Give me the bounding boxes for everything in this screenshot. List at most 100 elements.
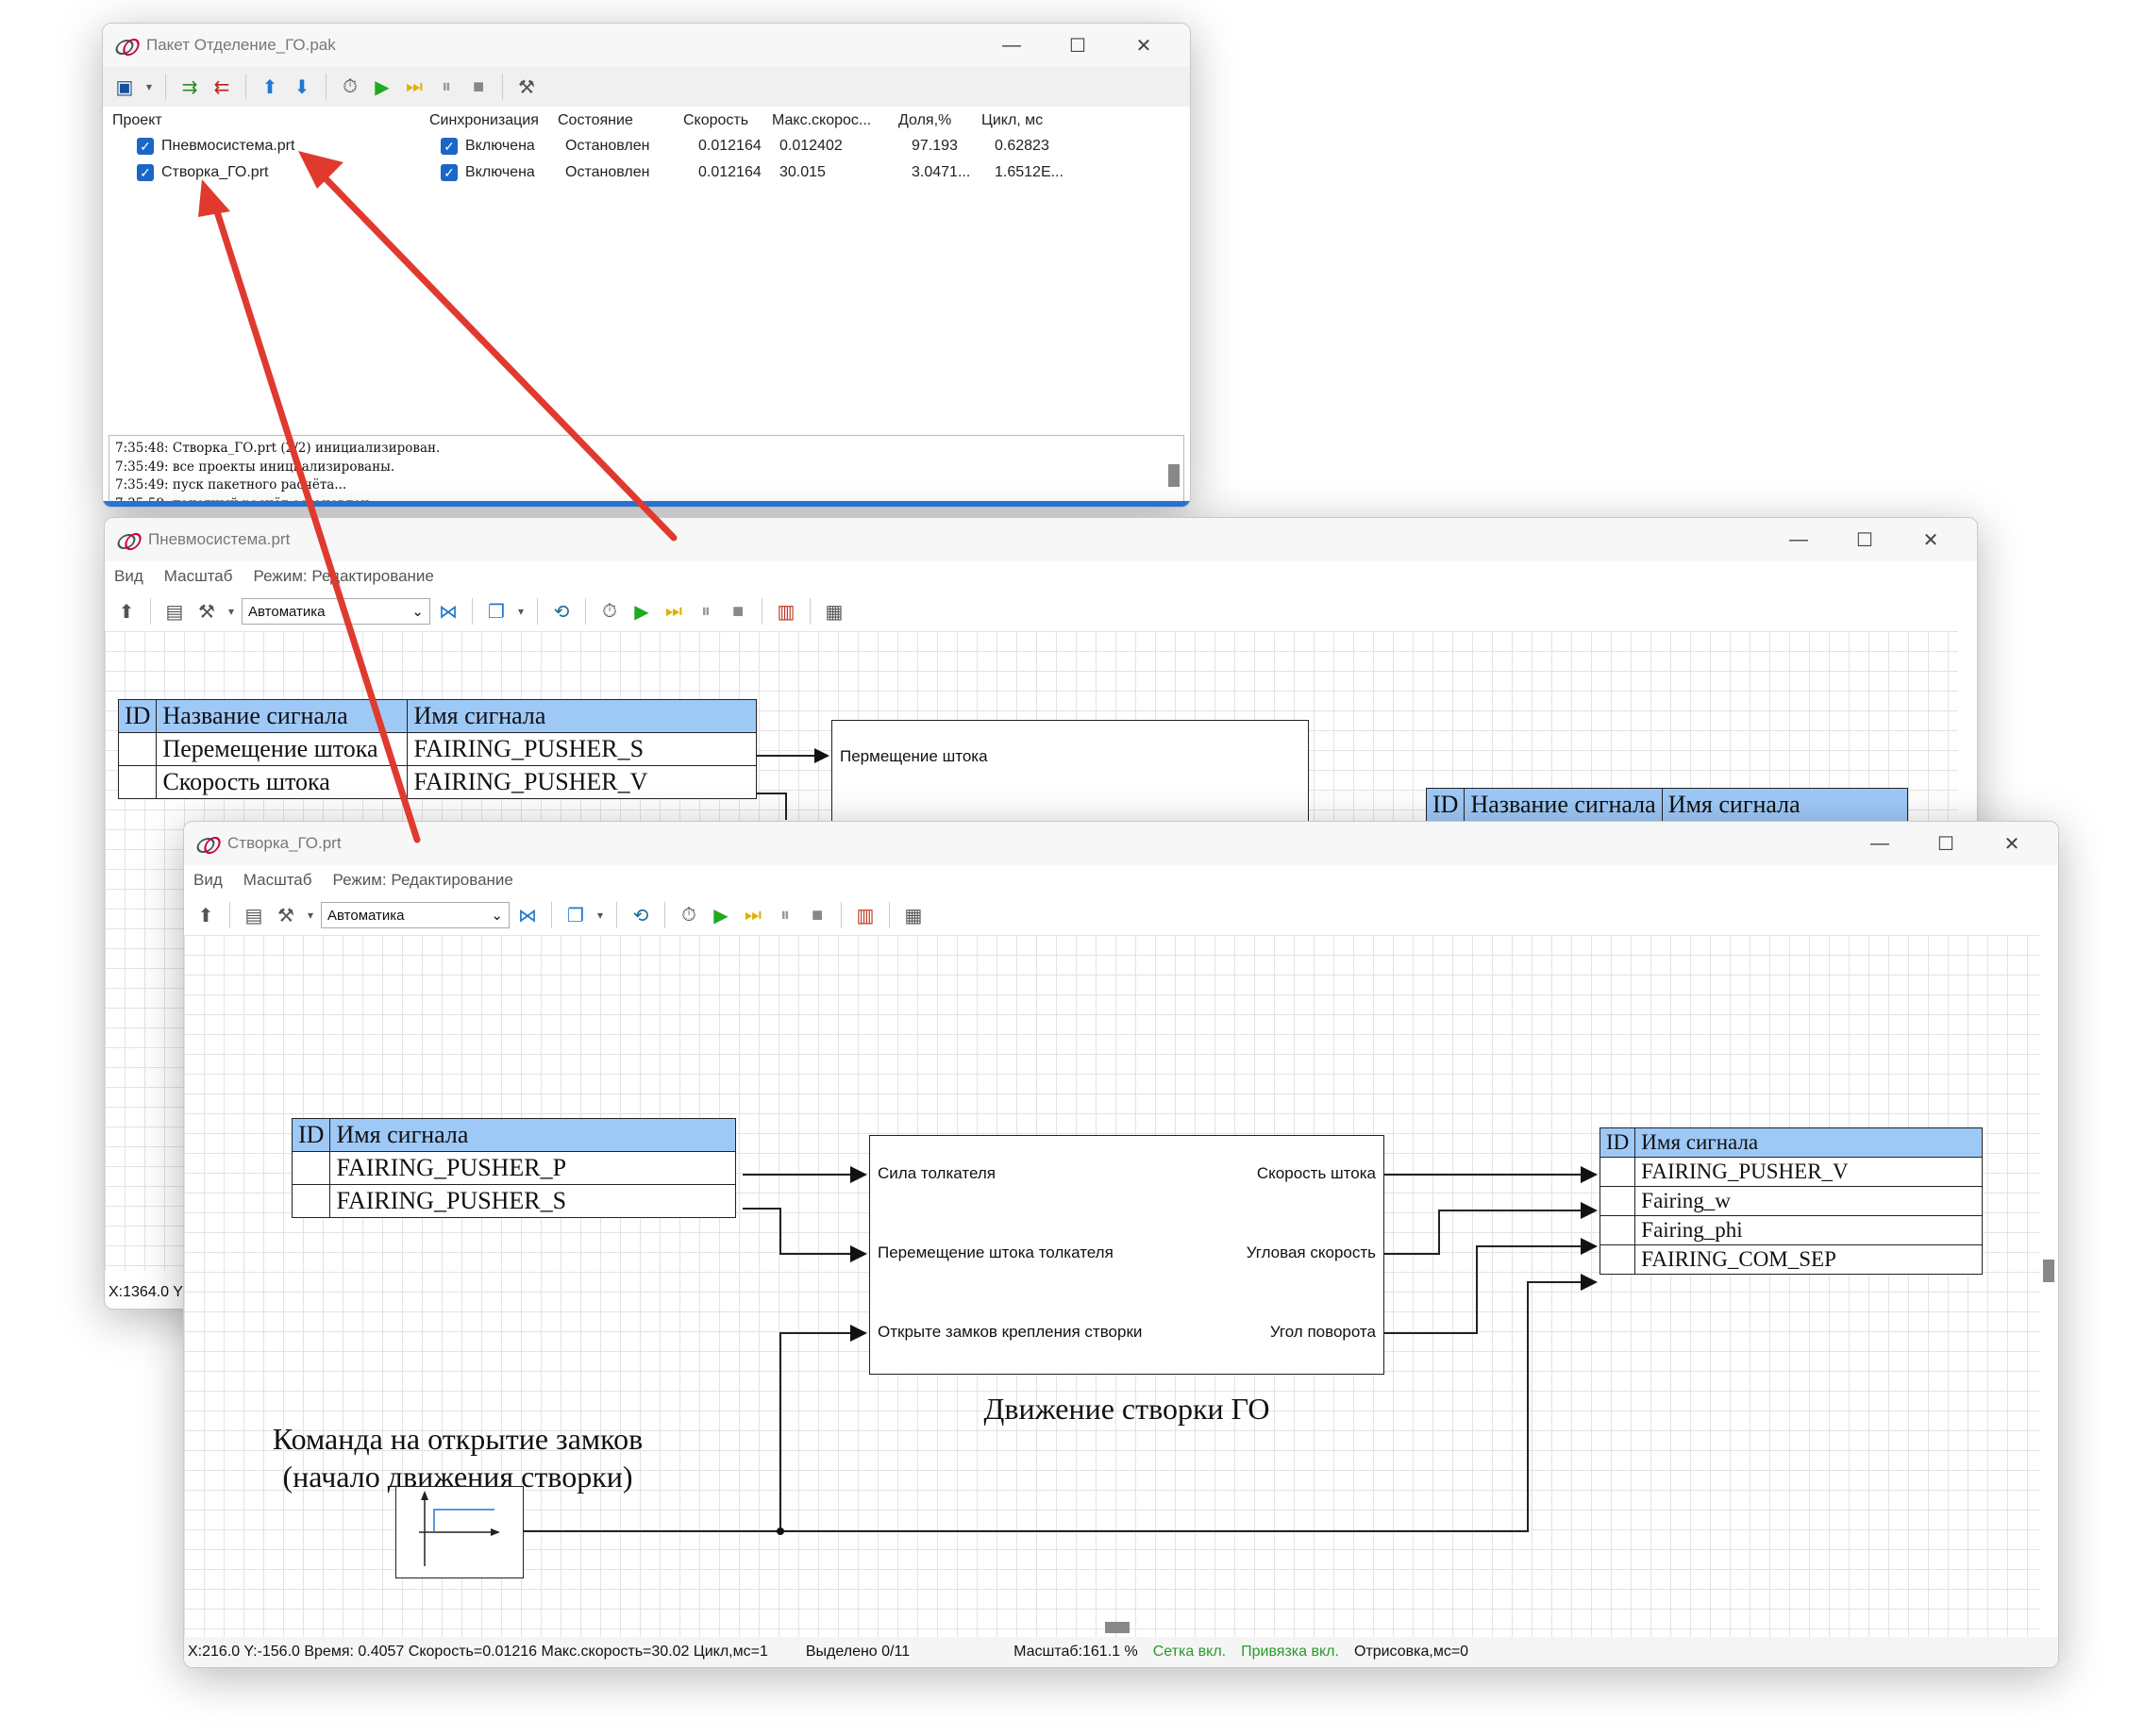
col-share[interactable]: Доля,% — [898, 112, 981, 129]
app-logo-icon — [116, 38, 137, 53]
col-state[interactable]: Состояние — [558, 112, 683, 129]
tools-icon[interactable]: ⚒ — [512, 73, 541, 101]
menu-scale[interactable]: Масштаб — [243, 871, 312, 890]
connect-icon[interactable]: ⋈ — [513, 901, 542, 929]
table-row[interactable]: FAIRING_PUSHER_P — [291, 1151, 737, 1185]
connect-icon[interactable]: ⋈ — [434, 597, 462, 626]
horizontal-scrollbar-thumb[interactable] — [1105, 1622, 1130, 1633]
log-line: 7:35:48: Створка_ГО.prt (2/2) инициализи… — [115, 441, 441, 456]
status-grid[interactable]: Сетка вкл. — [1153, 1644, 1226, 1661]
library-select[interactable]: Автоматика ⌄ — [321, 902, 510, 928]
checkbox-icon[interactable]: ✓ — [137, 137, 154, 155]
sync-value: Включена — [465, 164, 535, 181]
stop-icon[interactable]: ■ — [724, 597, 752, 626]
step-icon[interactable]: ⏭ — [660, 597, 688, 626]
step-signal-block[interactable] — [395, 1486, 524, 1578]
command-label: Команда на открытие замков (начало движе… — [272, 1422, 644, 1494]
step-icon[interactable]: ⏭ — [400, 73, 428, 101]
checkbox-icon[interactable]: ✓ — [137, 163, 154, 181]
minimize-icon[interactable]: — — [1847, 833, 1913, 855]
project-row[interactable]: ✓ Створка_ГО.prt ✓ Включена Остановлен 0.0… — [112, 159, 1181, 186]
tools-icon[interactable]: ⚒ — [272, 901, 300, 929]
timer-icon[interactable]: ⏱ — [675, 901, 703, 929]
timer-icon[interactable]: ⏱ — [336, 73, 364, 101]
checkbox-icon[interactable]: ✓ — [441, 163, 458, 181]
report-icon[interactable]: ▦ — [820, 597, 848, 626]
remove-project-icon[interactable]: ⇇ — [208, 73, 236, 101]
chart-icon[interactable]: ▥ — [851, 901, 879, 929]
close-icon[interactable]: ✕ — [1111, 34, 1177, 58]
play-icon[interactable]: ▶ — [707, 901, 735, 929]
pneumo-toolbar: ⬆ ▤ ⚒ ▾ Автоматика ⌄ ⋈ ❐ ▾ ⟲ ⏱ ▶ ⏭ ⏸ ■ ▥ … — [105, 592, 1977, 631]
chevron-down-icon: ⌄ — [411, 604, 424, 620]
refresh-icon[interactable]: ⟲ — [627, 901, 655, 929]
dropdown-arrow-icon[interactable]: ▾ — [594, 901, 607, 929]
move-up-icon[interactable]: ⬆ — [256, 73, 284, 101]
report-icon[interactable]: ▦ — [899, 901, 928, 929]
save-icon[interactable]: ▣ — [110, 73, 139, 101]
stop-icon[interactable]: ■ — [803, 901, 831, 929]
library-select[interactable]: Автоматика ⌄ — [242, 598, 430, 625]
tools-icon[interactable]: ⚒ — [193, 597, 221, 626]
menu-mode[interactable]: Режим: Редактирование — [333, 871, 513, 890]
document-icon[interactable]: ▤ — [240, 901, 268, 929]
col-sync[interactable]: Синхронизация — [429, 112, 558, 129]
dropdown-arrow-icon[interactable]: ▾ — [225, 597, 238, 626]
stop-icon[interactable]: ■ — [464, 73, 493, 101]
status-snap[interactable]: Привязка вкл. — [1241, 1644, 1339, 1661]
dropdown-arrow-icon[interactable]: ▾ — [304, 901, 317, 929]
cycle-value: 1.6512E... — [995, 164, 1064, 180]
col-cycle[interactable]: Цикл, мс — [981, 112, 1076, 129]
log-scrollbar[interactable] — [1168, 464, 1180, 487]
maximize-icon[interactable]: ☐ — [1913, 832, 1979, 856]
up-arrow-icon[interactable]: ⬆ — [192, 901, 220, 929]
table-row[interactable]: FAIRING_PUSHER_V — [1599, 1157, 1984, 1187]
pause-icon[interactable]: ⏸ — [692, 597, 720, 626]
menu-view[interactable]: Вид — [114, 567, 143, 586]
pause-icon[interactable]: ⏸ — [771, 901, 799, 929]
refresh-icon[interactable]: ⟲ — [547, 597, 576, 626]
layers-icon[interactable]: ❐ — [561, 901, 590, 929]
play-icon[interactable]: ▶ — [368, 73, 396, 101]
close-icon[interactable]: ✕ — [1898, 528, 1964, 552]
minimize-icon[interactable]: — — [1766, 529, 1832, 551]
add-project-icon[interactable]: ⇉ — [176, 73, 204, 101]
col-max-speed[interactable]: Макс.скорос... — [772, 112, 898, 129]
dropdown-arrow-icon[interactable]: ▾ — [514, 597, 528, 626]
project-name: Пневмосистема.prt — [161, 138, 295, 155]
maximize-icon[interactable]: ☐ — [1045, 34, 1111, 58]
menu-scale[interactable]: Масштаб — [164, 567, 233, 586]
package-window: Пакет Отделение_ГО.pak — ☐ ✕ ▣ ▾ ⇉ ⇇ ⬆ ⬇… — [102, 23, 1191, 508]
step-icon[interactable]: ⏭ — [739, 901, 767, 929]
table-row[interactable]: Fairing_w — [1599, 1186, 1984, 1216]
table-row[interactable]: Fairing_phi — [1599, 1215, 1984, 1245]
checkbox-icon[interactable]: ✓ — [441, 137, 458, 155]
dropdown-arrow-icon[interactable]: ▾ — [142, 73, 156, 101]
status-scale[interactable]: Масштаб:161.1 % — [1013, 1644, 1138, 1661]
app-logo-icon — [197, 836, 218, 851]
timer-icon[interactable]: ⏱ — [595, 597, 624, 626]
close-icon[interactable]: ✕ — [1979, 832, 2045, 856]
table-row[interactable]: FAIRING_PUSHER_S — [291, 1184, 737, 1218]
chart-icon[interactable]: ▥ — [772, 597, 800, 626]
package-toolbar: ▣ ▾ ⇉ ⇇ ⬆ ⬇ ⏱ ▶ ⏭ ⏸ ■ ⚒ — [103, 67, 1190, 107]
vertical-scrollbar-thumb[interactable] — [2043, 1260, 2054, 1282]
fairing-motion-block[interactable]: Сила толкателя Перемещение штока толкате… — [869, 1135, 1384, 1375]
maximize-icon[interactable]: ☐ — [1832, 528, 1898, 552]
col-project[interactable]: Проект — [112, 112, 429, 129]
document-icon[interactable]: ▤ — [160, 597, 189, 626]
app-logo-icon — [118, 532, 139, 547]
col-speed[interactable]: Скорость — [683, 112, 772, 129]
minimize-icon[interactable]: — — [979, 35, 1045, 57]
pause-icon[interactable]: ⏸ — [432, 73, 461, 101]
menu-view[interactable]: Вид — [193, 871, 223, 890]
table-row[interactable]: FAIRING_COM_SEP — [1599, 1244, 1984, 1275]
play-icon[interactable]: ▶ — [628, 597, 656, 626]
layers-icon[interactable]: ❐ — [482, 597, 511, 626]
stvorka-canvas[interactable]: ID Имя сигнала FAIRING_PUSHER_P FAIRING_… — [184, 935, 2039, 1637]
up-arrow-icon[interactable]: ⬆ — [112, 597, 141, 626]
menu-mode[interactable]: Режим: Редактирование — [254, 567, 434, 586]
sync-value: Включена — [465, 138, 535, 155]
move-down-icon[interactable]: ⬇ — [288, 73, 316, 101]
project-row[interactable]: ✓ Пневмосистема.prt ✓ Включена Остановлен … — [112, 133, 1181, 159]
